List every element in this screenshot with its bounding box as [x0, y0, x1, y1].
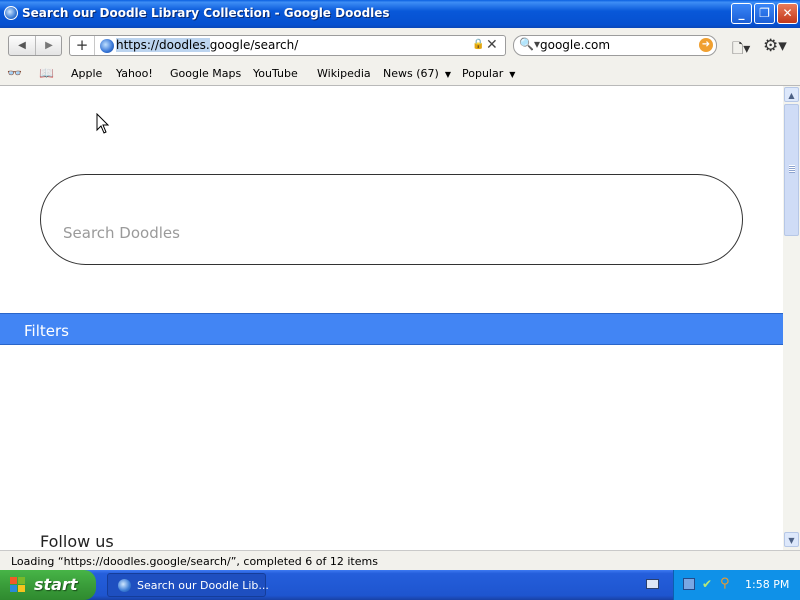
- safari-app-icon: [4, 6, 18, 20]
- new-tab-button[interactable]: +: [70, 36, 95, 55]
- search-icon[interactable]: 🔍▾: [519, 37, 540, 51]
- search-placeholder: Search Doodles: [63, 224, 180, 242]
- clock[interactable]: 1:58 PM: [745, 578, 789, 591]
- bookmark-wikipedia[interactable]: Wikipedia: [317, 67, 371, 80]
- page-content: Search Doodles Filters Follow us: [0, 86, 783, 550]
- url-rest-part: google/search/: [209, 38, 299, 52]
- address-bar[interactable]: + https://doodles.google/search/ 🔒 ✕: [69, 35, 506, 56]
- bookmarks-bar: 👓 📖 Apple Yahoo! Google Maps YouTube Wik…: [0, 64, 800, 86]
- nav-buttons: ◀ ▶: [8, 35, 62, 56]
- keyboard-icon[interactable]: [646, 579, 659, 589]
- taskbar-window-button[interactable]: Search our Doodle Lib...: [107, 573, 269, 597]
- start-label: start: [34, 575, 78, 594]
- security-shield-icon[interactable]: ✔: [702, 577, 712, 591]
- grip-icon: [789, 165, 795, 173]
- back-button[interactable]: ◀: [9, 36, 36, 55]
- bookmark-news-label: News (67): [383, 67, 439, 80]
- filters-bar[interactable]: Filters: [0, 313, 783, 345]
- browser-toolbar: ◀ ▶ + https://doodles.google/search/ 🔒 ✕…: [0, 28, 800, 64]
- safari-app-icon: [118, 579, 131, 592]
- follow-us-heading: Follow us: [40, 532, 114, 550]
- taskbar-window-label: Search our Doodle Lib...: [137, 579, 269, 592]
- bookmark-popular-folder[interactable]: Popular ▼: [462, 67, 515, 80]
- scroll-down-button[interactable]: ▼: [784, 532, 799, 547]
- mouse-cursor-icon: [96, 113, 110, 134]
- search-field[interactable]: 🔍▾ google.com ➜: [513, 35, 717, 56]
- bookmark-news-folder[interactable]: News (67) ▼: [383, 67, 451, 80]
- network-icon[interactable]: [683, 578, 695, 590]
- close-button[interactable]: ✕: [777, 3, 798, 24]
- filters-label: Filters: [24, 322, 69, 340]
- bookmark-google-maps[interactable]: Google Maps: [170, 67, 241, 80]
- status-bar: Loading “https://doodles.google/search/”…: [0, 550, 800, 570]
- minimize-button[interactable]: _: [731, 3, 752, 24]
- windows-logo-icon: [10, 577, 26, 593]
- window-title-bar[interactable]: Search our Doodle Library Collection - G…: [0, 0, 800, 28]
- chevron-down-icon: ▼: [444, 70, 451, 79]
- settings-gear-icon[interactable]: ⚙▾: [763, 36, 787, 56]
- windows-taskbar: start Search our Doodle Lib... ✔ ⚲ 1:58 …: [0, 570, 800, 600]
- vertical-scrollbar[interactable]: ▲ ▼: [783, 86, 800, 550]
- forward-button[interactable]: ▶: [36, 36, 62, 55]
- scroll-up-button[interactable]: ▲: [784, 87, 799, 102]
- scroll-thumb[interactable]: [784, 104, 799, 236]
- page-menu-button[interactable]: 🗋▾: [732, 38, 750, 62]
- start-button[interactable]: start: [0, 570, 96, 600]
- search-tray-icon[interactable]: ⚲: [720, 576, 730, 591]
- bookmark-youtube[interactable]: YouTube: [253, 67, 298, 80]
- url-highlighted-part: https://doodles.: [116, 38, 210, 52]
- stop-loading-button[interactable]: ✕: [486, 37, 498, 53]
- url-text[interactable]: https://doodles.google/search/: [116, 38, 298, 53]
- search-go-icon[interactable]: ➜: [699, 38, 713, 52]
- window-title: Search our Doodle Library Collection - G…: [22, 6, 390, 20]
- reading-list-icon[interactable]: 👓: [7, 66, 22, 80]
- maximize-button[interactable]: ❐: [754, 3, 775, 24]
- globe-icon: [100, 39, 114, 53]
- bookmarks-book-icon[interactable]: 📖: [39, 66, 54, 80]
- bookmark-apple[interactable]: Apple: [71, 67, 102, 80]
- doodle-search-input[interactable]: Search Doodles: [40, 174, 743, 265]
- search-engine-text[interactable]: google.com: [540, 38, 610, 53]
- status-text: Loading “https://doodles.google/search/”…: [11, 555, 378, 568]
- bookmark-popular-label: Popular: [462, 67, 504, 80]
- system-tray: ✔ ⚲ 1:58 PM: [673, 570, 800, 600]
- lock-icon: 🔒: [472, 39, 485, 50]
- chevron-down-icon: ▼: [509, 70, 516, 79]
- bookmark-yahoo[interactable]: Yahoo!: [116, 67, 153, 80]
